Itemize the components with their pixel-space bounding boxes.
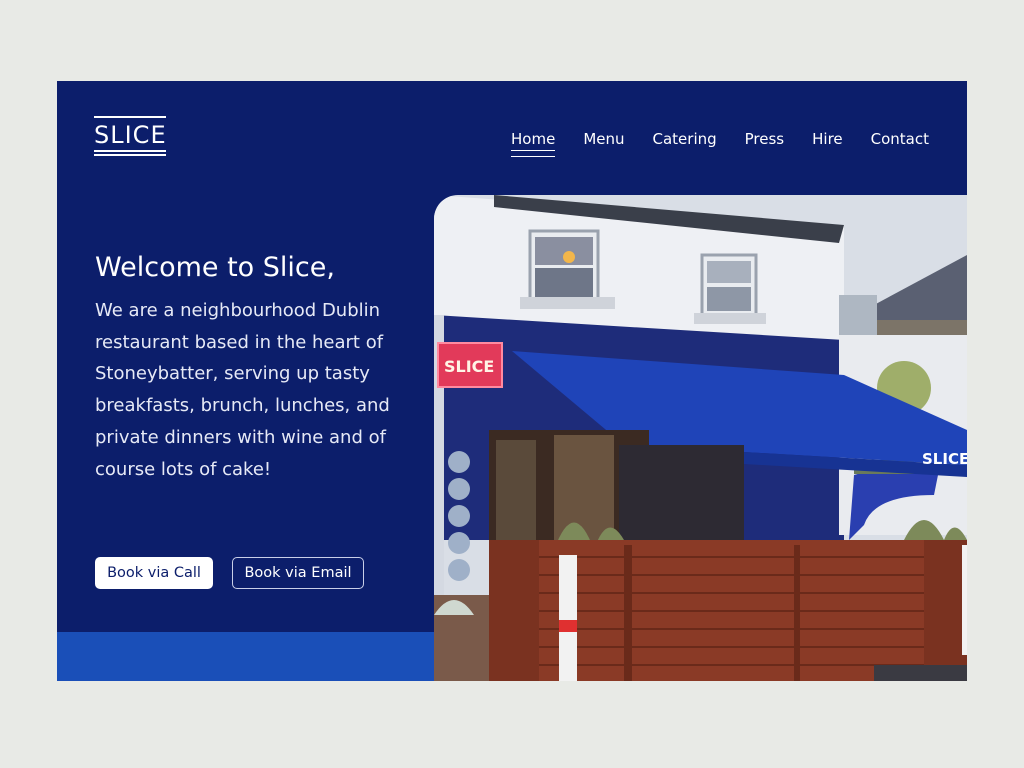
nav-catering[interactable]: Catering — [653, 129, 717, 149]
restaurant-storefront-photo: SLICE SLICE — [434, 195, 967, 681]
hero-title: Welcome to Slice, — [95, 252, 335, 283]
main-nav: Home Menu Catering Press Hire Contact — [511, 129, 929, 157]
neon-slice-sign: SLICE — [444, 357, 494, 376]
logo-bottom-line — [94, 150, 166, 152]
nav-menu[interactable]: Menu — [583, 129, 624, 149]
website-frame: SLICE Home Menu Catering Press Hire Cont… — [57, 81, 967, 681]
accent-strip — [57, 632, 434, 681]
logo-bottom-line-2 — [94, 154, 166, 156]
hero-description: We are a neighbourhood Dublin restaurant… — [95, 300, 390, 480]
book-via-call-button[interactable]: Book via Call — [95, 557, 213, 589]
nav-press[interactable]: Press — [745, 129, 784, 149]
logo-top-line — [94, 116, 166, 118]
slice-logo[interactable]: SLICE — [94, 116, 166, 158]
logo-text: SLICE — [94, 121, 167, 149]
awning-slice-text: SLICE — [922, 450, 967, 468]
book-via-email-button[interactable]: Book via Email — [232, 557, 364, 589]
nav-contact[interactable]: Contact — [871, 129, 929, 149]
nav-home[interactable]: Home — [511, 129, 556, 157]
nav-hire[interactable]: Hire — [812, 129, 843, 149]
